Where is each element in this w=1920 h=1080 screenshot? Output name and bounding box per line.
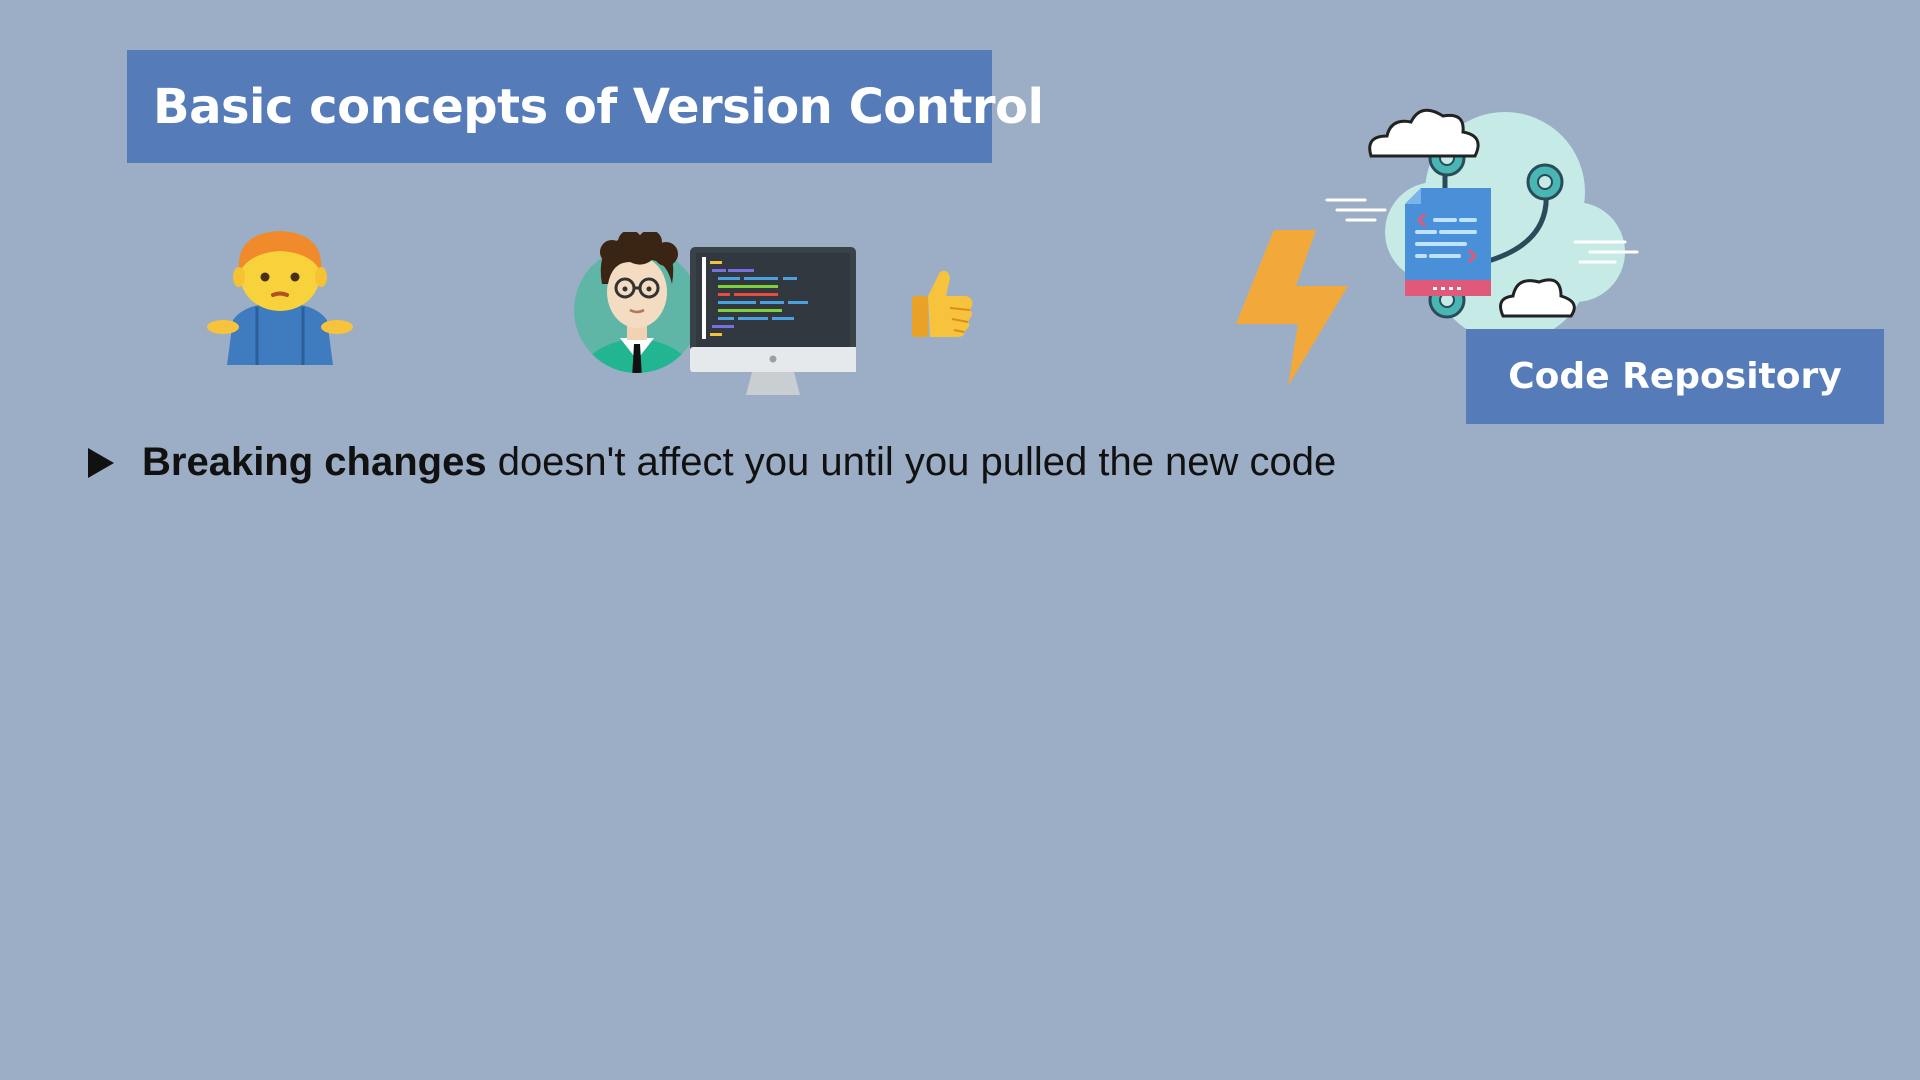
slide: Basic concepts of Version Control Code R… <box>0 0 1920 1080</box>
shrugging-person-icon <box>207 231 353 365</box>
thumbs-up-icon <box>912 270 973 337</box>
code-repository-banner: Code Repository <box>1466 329 1884 424</box>
bullet-text: Breaking changes doesn't affect you unti… <box>142 440 1336 485</box>
bullet-bold-text: Breaking changes <box>142 440 487 484</box>
cloud-repository-icon <box>1325 108 1639 342</box>
title-banner: Basic concepts of Version Control <box>127 50 1044 163</box>
bullet-item: Breaking changes doesn't affect you unti… <box>88 440 1336 485</box>
triangle-bullet-icon <box>88 447 114 478</box>
bullet-rest-text: doesn't affect you until you pulled the … <box>486 440 1337 484</box>
slide-title: Basic concepts of Version Control <box>153 78 1044 135</box>
developer-icon <box>574 232 700 373</box>
computer-monitor-icon <box>690 247 856 395</box>
code-repository-label: Code Repository <box>1508 356 1842 397</box>
